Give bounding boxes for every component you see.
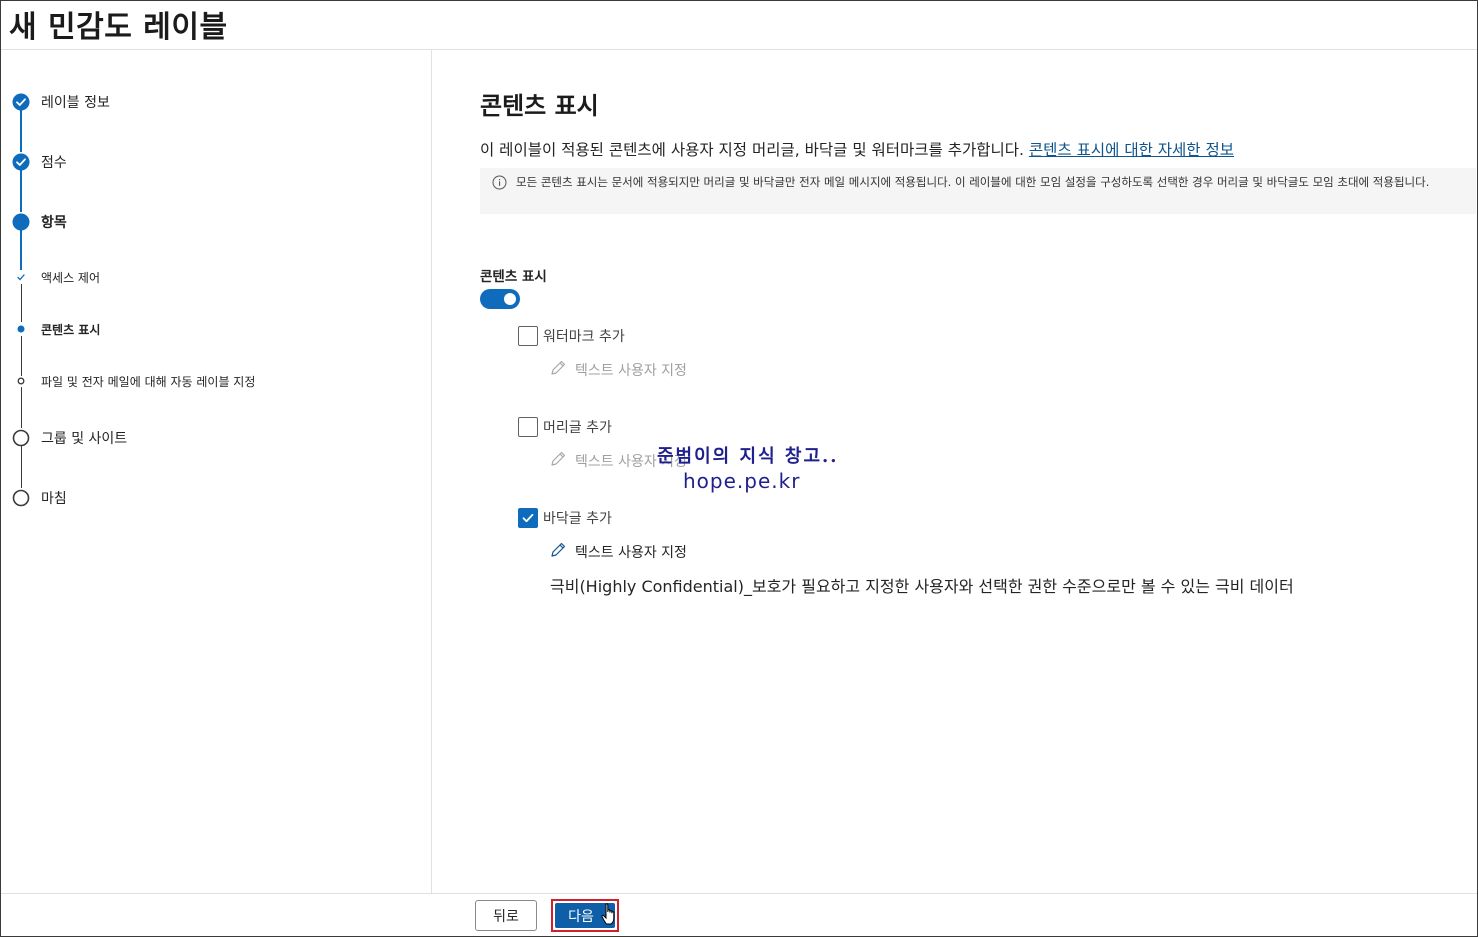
step-connector [20, 336, 22, 376]
step-label: 그룹 및 사이트 [41, 431, 128, 447]
watermark-checkbox[interactable] [518, 326, 538, 346]
pending-substep-icon [12, 372, 30, 390]
step-connector [20, 387, 22, 428]
step-connector [20, 230, 22, 270]
back-button[interactable]: 뒤로 [475, 900, 537, 931]
step-connector [20, 110, 22, 152]
step-groups-sites[interactable]: 그룹 및 사이트 [12, 428, 127, 448]
step-access-control[interactable]: 액세스 제어 [12, 268, 100, 286]
customize-text-label: 텍스트 사용자 지정 [575, 545, 687, 561]
notice-text: 모든 콘텐츠 표시는 문서에 적용되지만 머리글 및 바닥글만 전자 메일 메시… [516, 175, 1430, 189]
section-heading: 콘텐츠 표시 [480, 92, 599, 120]
footer-divider [1, 893, 1477, 894]
step-label: 파일 및 전자 메일에 대해 자동 레이블 지정 [41, 374, 256, 389]
footer-checkbox-label: 바닥글 추가 [543, 511, 612, 527]
step-connector [20, 170, 22, 212]
pencil-icon [549, 359, 567, 381]
info-notice: 모든 콘텐츠 표시는 문서에 적용되지만 머리글 및 바닥글만 전자 메일 메시… [480, 168, 1476, 214]
step-label: 항목 [41, 215, 67, 231]
toggle-knob [504, 293, 516, 305]
hand-cursor-icon [601, 903, 617, 927]
current-step-dot-icon [12, 213, 30, 231]
pencil-icon [549, 541, 567, 563]
step-label: 액세스 제어 [41, 270, 101, 285]
blog-watermark-url: hope.pe.kr [683, 469, 801, 493]
header-divider [1, 49, 1477, 50]
step-score[interactable]: 점수 [12, 152, 67, 172]
pending-step-circle-icon [12, 429, 30, 447]
step-items[interactable]: 항목 [12, 212, 67, 232]
step-auto-labeling[interactable]: 파일 및 전자 메일에 대해 자동 레이블 지정 [12, 372, 255, 390]
header-checkbox-label: 머리글 추가 [543, 420, 612, 436]
footer-customize-text[interactable]: 텍스트 사용자 지정 [549, 541, 687, 563]
step-connector [20, 284, 22, 322]
intro-description: 이 레이블이 적용된 콘텐츠에 사용자 지정 머리글, 바닥글 및 워터마크를 … [480, 138, 1234, 160]
sidebar-divider [431, 50, 432, 893]
step-label: 레이블 정보 [41, 95, 110, 111]
checkmark-icon [522, 513, 534, 523]
content-marking-toggle[interactable] [480, 289, 520, 309]
page-title: 새 민감도 레이블 [9, 10, 228, 45]
step-label: 점수 [41, 155, 67, 171]
footer-checkbox[interactable] [518, 508, 538, 528]
watermark-customize-text[interactable]: 텍스트 사용자 지정 [549, 359, 687, 381]
pending-step-circle-icon [12, 489, 30, 507]
current-substep-dot-icon [12, 320, 30, 338]
small-check-icon [12, 268, 30, 286]
toggle-label: 콘텐츠 표시 [480, 269, 547, 285]
step-label-info[interactable]: 레이블 정보 [12, 92, 110, 112]
step-label: 마침 [41, 491, 67, 507]
customize-text-label: 텍스트 사용자 지정 [575, 363, 687, 379]
blog-watermark-title: 준범이의 지식 창고.. [657, 446, 839, 467]
watermark-option[interactable]: 워터마크 추가 [518, 326, 625, 346]
watermark-checkbox-label: 워터마크 추가 [543, 329, 625, 345]
step-content-marking[interactable]: 콘텐츠 표시 [12, 320, 100, 338]
step-label: 콘텐츠 표시 [41, 322, 101, 337]
header-checkbox[interactable] [518, 417, 538, 437]
info-icon [492, 175, 507, 190]
footer-option[interactable]: 바닥글 추가 [518, 508, 612, 528]
footer-text-value: 극비(Highly Confidential)_보호가 필요하고 지정한 사용자… [550, 577, 1294, 596]
check-circle-icon [12, 153, 30, 171]
intro-text: 이 레이블이 적용된 콘텐츠에 사용자 지정 머리글, 바닥글 및 워터마크를 … [480, 141, 1029, 159]
header-option[interactable]: 머리글 추가 [518, 417, 612, 437]
pencil-icon [549, 450, 567, 472]
step-connector [20, 446, 22, 488]
step-finish[interactable]: 마침 [12, 488, 67, 508]
check-circle-icon [12, 93, 30, 111]
learn-more-link[interactable]: 콘텐츠 표시에 대한 자세한 정보 [1029, 141, 1234, 159]
